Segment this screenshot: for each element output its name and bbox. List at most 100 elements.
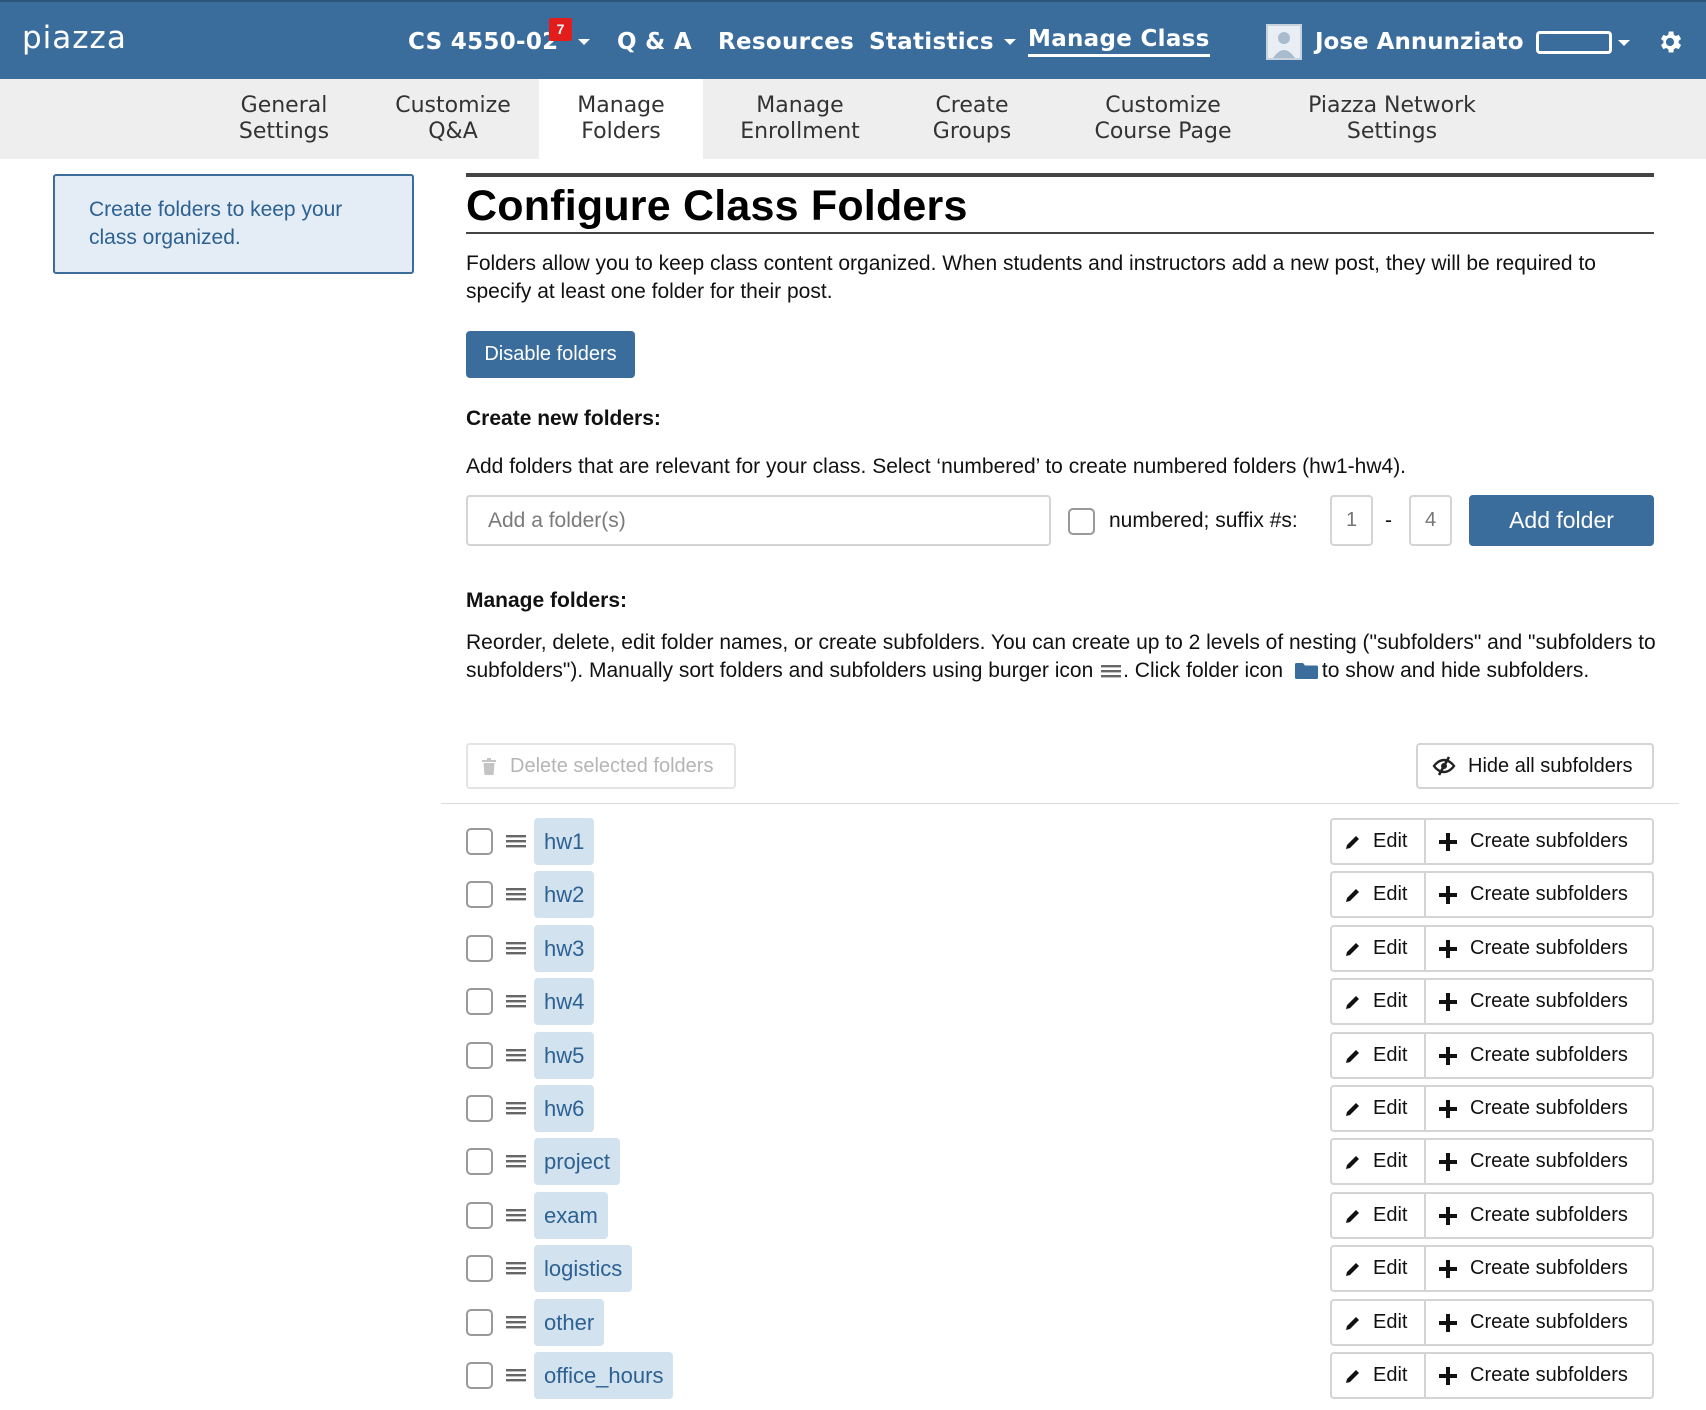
folder-row: hw4 Edit Create subfolders bbox=[466, 978, 1654, 1025]
folder-name-chip[interactable]: hw6 bbox=[534, 1085, 595, 1132]
burger-icon[interactable] bbox=[506, 1314, 526, 1330]
gear-icon[interactable] bbox=[1656, 28, 1684, 56]
create-subfolders-button[interactable]: Create subfolders bbox=[1426, 980, 1652, 1023]
edit-folder-button[interactable]: Edit bbox=[1332, 873, 1426, 916]
tab-customize-course-page[interactable]: Customize Course Page bbox=[1080, 79, 1246, 159]
tab-label: Q&A bbox=[428, 119, 478, 144]
burger-icon[interactable] bbox=[506, 1207, 526, 1223]
edit-folder-button[interactable]: Edit bbox=[1332, 1087, 1426, 1130]
folder-name-chip[interactable]: other bbox=[534, 1299, 605, 1346]
burger-icon[interactable] bbox=[506, 886, 526, 902]
edit-folder-button[interactable]: Edit bbox=[1332, 1247, 1426, 1290]
create-subfolders-label: Create subfolders bbox=[1470, 883, 1628, 905]
burger-icon[interactable] bbox=[506, 1100, 526, 1116]
folder-row: hw5 Edit Create subfolders bbox=[466, 1032, 1654, 1079]
edit-label: Edit bbox=[1373, 883, 1408, 905]
burger-icon[interactable] bbox=[506, 993, 526, 1009]
create-subfolders-label: Create subfolders bbox=[1470, 1150, 1628, 1172]
folder-name-chip[interactable]: hw4 bbox=[534, 978, 595, 1025]
create-subfolders-button[interactable]: Create subfolders bbox=[1426, 927, 1652, 970]
folder-name-chip[interactable]: exam bbox=[534, 1192, 608, 1239]
folder-checkbox[interactable] bbox=[466, 1202, 493, 1229]
nav-manage-class[interactable]: Manage Class bbox=[1028, 2, 1210, 81]
create-subfolders-button[interactable]: Create subfolders bbox=[1426, 1354, 1652, 1397]
burger-icon[interactable] bbox=[506, 1047, 526, 1063]
suffix-from-input[interactable] bbox=[1330, 495, 1373, 546]
folder-name-chip[interactable]: hw5 bbox=[534, 1032, 595, 1079]
nav-qa[interactable]: Q & A bbox=[617, 2, 692, 81]
folder-name-chip[interactable]: hw3 bbox=[534, 925, 595, 972]
folder-actions: Edit Create subfolders bbox=[1330, 978, 1654, 1025]
disable-folders-button[interactable]: Disable folders bbox=[466, 331, 635, 378]
burger-icon[interactable] bbox=[506, 940, 526, 956]
folder-checkbox[interactable] bbox=[466, 1148, 493, 1175]
folder-checkbox[interactable] bbox=[466, 828, 493, 855]
folder-checkbox[interactable] bbox=[466, 1362, 493, 1389]
create-subfolders-button[interactable]: Create subfolders bbox=[1426, 873, 1652, 916]
folder-name-chip[interactable]: office_hours bbox=[534, 1352, 674, 1399]
burger-icon[interactable] bbox=[506, 1260, 526, 1276]
edit-folder-button[interactable]: Edit bbox=[1332, 980, 1426, 1023]
tab-customize-qa[interactable]: Customize Q&A bbox=[383, 79, 523, 159]
folder-name-chip[interactable]: project bbox=[534, 1138, 621, 1185]
status-toggle[interactable] bbox=[1536, 31, 1612, 54]
suffix-to-input[interactable] bbox=[1409, 495, 1452, 546]
folder-checkbox[interactable] bbox=[466, 1255, 493, 1282]
manage-folders-heading: Manage folders: bbox=[466, 589, 628, 612]
create-subfolders-button[interactable]: Create subfolders bbox=[1426, 1194, 1652, 1237]
folder-actions: Edit Create subfolders bbox=[1330, 925, 1654, 972]
tab-general-settings[interactable]: General Settings bbox=[220, 79, 348, 159]
numbered-label: numbered; suffix #s: bbox=[1109, 509, 1298, 532]
burger-icon bbox=[1101, 665, 1122, 678]
title-divider bbox=[466, 173, 1654, 177]
edit-folder-button[interactable]: Edit bbox=[1332, 927, 1426, 970]
folder-checkbox[interactable] bbox=[466, 988, 493, 1015]
tab-create-groups[interactable]: Create Groups bbox=[910, 79, 1034, 159]
class-selector[interactable]: CS 4550-02 bbox=[408, 2, 558, 81]
burger-icon[interactable] bbox=[506, 1367, 526, 1383]
plus-icon bbox=[1439, 1046, 1457, 1065]
edit-folder-button[interactable]: Edit bbox=[1332, 820, 1426, 863]
nav-statistics[interactable]: Statistics bbox=[869, 2, 1016, 81]
tab-manage-enrollment[interactable]: Manage Enrollment bbox=[720, 79, 880, 159]
create-subfolders-button[interactable]: Create subfolders bbox=[1426, 1087, 1652, 1130]
burger-icon[interactable] bbox=[506, 1153, 526, 1169]
create-subfolders-button[interactable]: Create subfolders bbox=[1426, 1034, 1652, 1077]
edit-folder-button[interactable]: Edit bbox=[1332, 1034, 1426, 1077]
folder-name-chip[interactable]: hw1 bbox=[534, 818, 595, 865]
folder-name-input[interactable] bbox=[466, 495, 1051, 546]
create-subfolders-button[interactable]: Create subfolders bbox=[1426, 1140, 1652, 1183]
folder-checkbox[interactable] bbox=[466, 1095, 493, 1122]
folder-checkbox[interactable] bbox=[466, 1042, 493, 1069]
edit-folder-button[interactable]: Edit bbox=[1332, 1140, 1426, 1183]
delete-selected-folders-button[interactable]: Delete selected folders bbox=[466, 743, 736, 789]
user-name[interactable]: Jose Annunziato bbox=[1315, 2, 1524, 81]
tab-manage-folders[interactable]: Manage Folders bbox=[539, 79, 703, 159]
burger-icon[interactable] bbox=[506, 833, 526, 849]
chevron-down-icon[interactable] bbox=[578, 39, 590, 45]
nav-resources[interactable]: Resources bbox=[718, 2, 854, 81]
create-subfolders-button[interactable]: Create subfolders bbox=[1426, 820, 1652, 863]
folder-name-chip[interactable]: logistics bbox=[534, 1245, 633, 1292]
hide-button-label: Hide all subfolders bbox=[1468, 754, 1633, 777]
folder-checkbox[interactable] bbox=[466, 935, 493, 962]
folder-actions: Edit Create subfolders bbox=[1330, 1032, 1654, 1079]
hide-all-subfolders-button[interactable]: Hide all subfolders bbox=[1416, 743, 1654, 789]
create-subfolders-button[interactable]: Create subfolders bbox=[1426, 1247, 1652, 1290]
edit-folder-button[interactable]: Edit bbox=[1332, 1194, 1426, 1237]
create-subfolders-button[interactable]: Create subfolders bbox=[1426, 1301, 1652, 1344]
folder-checkbox[interactable] bbox=[466, 881, 493, 908]
folder-row: office_hours Edit Create subfolders bbox=[466, 1352, 1654, 1399]
folder-name-chip[interactable]: hw2 bbox=[534, 871, 595, 918]
tab-label: Customize bbox=[1105, 93, 1221, 118]
edit-folder-button[interactable]: Edit bbox=[1332, 1354, 1426, 1397]
edit-folder-button[interactable]: Edit bbox=[1332, 1301, 1426, 1344]
tab-piazza-network-settings[interactable]: Piazza Network Settings bbox=[1296, 79, 1488, 159]
piazza-logo[interactable]: piazza bbox=[22, 20, 127, 56]
add-folder-button[interactable]: Add folder bbox=[1469, 495, 1654, 546]
avatar-icon[interactable] bbox=[1266, 24, 1302, 60]
numbered-checkbox[interactable] bbox=[1068, 508, 1095, 535]
folder-checkbox[interactable] bbox=[466, 1309, 493, 1336]
create-subfolders-label: Create subfolders bbox=[1470, 1044, 1628, 1066]
chevron-down-icon[interactable] bbox=[1618, 40, 1630, 46]
